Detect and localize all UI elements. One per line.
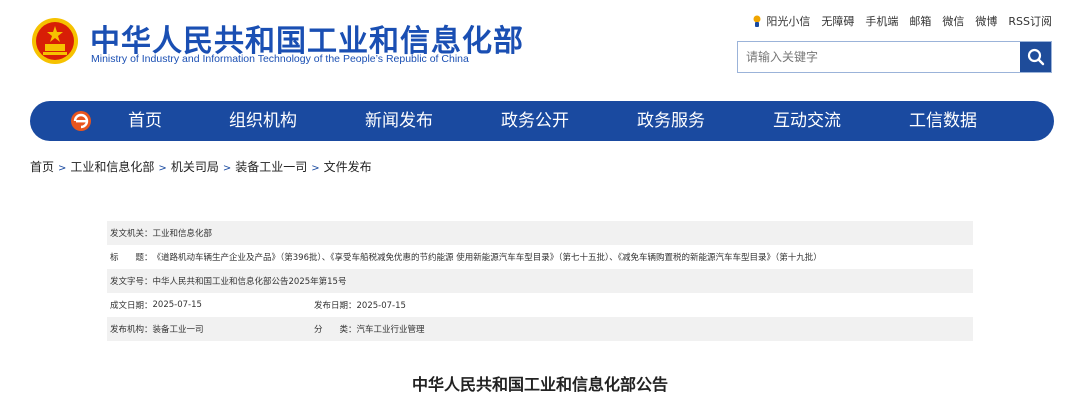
top-link-wechat[interactable]: 微信 bbox=[942, 13, 964, 29]
breadcrumb-documents[interactable]: 文件发布 bbox=[324, 160, 372, 174]
document-info-table: 发文机关： 工业和信息化部 标 题： 《道路机动车辆生产企业及产品》（第396批）、… bbox=[107, 221, 973, 341]
top-link-sunshine[interactable]: 阳光小信 bbox=[752, 13, 810, 29]
nav-item-home[interactable]: 首页 bbox=[128, 101, 162, 141]
nav-item-gov-affairs[interactable]: 政务公开 bbox=[501, 101, 569, 141]
breadcrumb-departments[interactable]: 机关司局 bbox=[171, 160, 219, 174]
issuer-label: 发文机关： bbox=[110, 229, 153, 239]
category-value: 汽车工业行业管理 bbox=[356, 325, 425, 335]
published-cell: 发布日期：2025-07-15 bbox=[314, 299, 406, 311]
title-value: 《道路机动车辆生产企业及产品》（第396批）、《享受车船税减免优惠的节约能源 使… bbox=[152, 253, 822, 263]
site-subtitle: Ministry of Industry and Information Tec… bbox=[91, 53, 469, 65]
nav-item-interaction[interactable]: 互动交流 bbox=[773, 101, 841, 141]
created-label: 成文日期： bbox=[110, 301, 153, 311]
created-value: 2025-07-15 bbox=[152, 300, 202, 310]
top-link-rss[interactable]: RSS订阅 bbox=[1008, 13, 1052, 29]
published-value: 2025-07-15 bbox=[356, 301, 406, 311]
breadcrumb-miit[interactable]: 工业和信息化部 bbox=[70, 160, 154, 174]
issuer-value: 工业和信息化部 bbox=[152, 229, 213, 239]
info-row-doc-no: 发文字号： 中华人民共和国工业和信息化部公告2025年第15号 bbox=[107, 269, 973, 293]
info-row-issuer: 发文机关： 工业和信息化部 bbox=[107, 221, 973, 245]
title-label: 标 题： bbox=[110, 253, 153, 263]
nav-item-news[interactable]: 新闻发布 bbox=[365, 101, 433, 141]
chevron-right-icon: > bbox=[158, 163, 167, 174]
sunshine-mascot-icon bbox=[753, 15, 761, 27]
info-row-agency: 发布机构： 装备工业一司 分 类：汽车工业行业管理 bbox=[107, 317, 973, 341]
chevron-right-icon: > bbox=[222, 163, 232, 174]
main-nav: 首页 组织机构 新闻发布 政务公开 政务服务 互动交流 工信数据 bbox=[30, 101, 1054, 141]
breadcrumb-equipment-dept[interactable]: 装备工业一司 bbox=[235, 160, 307, 174]
info-row-title: 标 题： 《道路机动车辆生产企业及产品》（第396批）、《享受车船税减免优惠的节约… bbox=[107, 245, 973, 269]
doc-no-value: 中华人民共和国工业和信息化部公告2025年第15号 bbox=[152, 277, 347, 287]
published-label: 发布日期： bbox=[314, 301, 357, 311]
document-title: 中华人民共和国工业和信息化部公告 bbox=[411, 375, 668, 394]
top-link-mail[interactable]: 邮箱 bbox=[909, 13, 931, 29]
top-links: 阳光小信 无障碍 手机端 邮箱 微信 微博 RSS订阅 bbox=[752, 13, 1052, 29]
agency-label: 发布机构： bbox=[110, 325, 153, 335]
category-cell: 分 类：汽车工业行业管理 bbox=[314, 323, 425, 335]
national-emblem-icon bbox=[32, 18, 78, 64]
nav-item-gov-services[interactable]: 政务服务 bbox=[637, 101, 705, 141]
breadcrumb-home[interactable]: 首页 bbox=[30, 160, 54, 174]
top-link-weibo[interactable]: 微博 bbox=[975, 13, 997, 29]
category-label: 分 类： bbox=[314, 325, 357, 335]
agency-value: 装备工业一司 bbox=[152, 325, 204, 335]
top-link-mobile[interactable]: 手机端 bbox=[865, 13, 898, 29]
nav-item-organization[interactable]: 组织机构 bbox=[229, 101, 297, 141]
miit-logo-icon bbox=[71, 111, 91, 131]
chevron-right-icon: > bbox=[58, 163, 67, 174]
nav-item-data[interactable]: 工信数据 bbox=[909, 101, 977, 141]
search-box bbox=[737, 41, 1052, 73]
info-row-dates: 成文日期： 2025-07-15 发布日期：2025-07-15 bbox=[107, 293, 973, 317]
doc-no-label: 发文字号： bbox=[110, 277, 153, 287]
breadcrumb: 首页 > 工业和信息化部 > 机关司局 > 装备工业一司 > 文件发布 bbox=[30, 158, 372, 175]
top-link-accessibility[interactable]: 无障碍 bbox=[821, 13, 854, 29]
search-button[interactable] bbox=[1020, 42, 1051, 72]
chevron-right-icon: > bbox=[311, 163, 320, 174]
search-input[interactable] bbox=[738, 42, 1021, 72]
search-icon bbox=[1027, 48, 1044, 66]
